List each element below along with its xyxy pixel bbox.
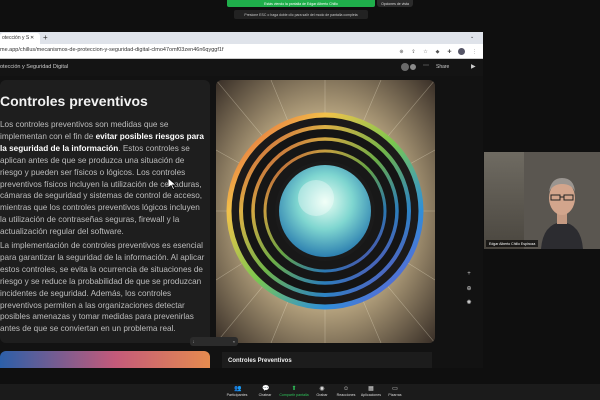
slide-title: Controles preventivos <box>0 93 148 109</box>
share-button[interactable]: Share <box>436 64 449 70</box>
mouse-cursor <box>168 178 178 190</box>
chat-button[interactable]: 💬 Chatear <box>250 386 280 397</box>
chat-icon: 💬 <box>262 386 270 392</box>
text-card: Controles preventivos Los controles prev… <box>0 80 210 343</box>
grip-icon[interactable]: ⁞ <box>193 339 194 344</box>
whiteboard-button[interactable]: ▭ Pizarras <box>380 386 410 397</box>
screen-share-banner: Estás viendo la pantalla de Edgar Albert… <box>227 0 375 7</box>
app-header: otección y Seguridad Digital ⋯ Share ▶ <box>0 59 483 76</box>
avatar[interactable] <box>409 63 417 71</box>
mini-toolbar[interactable]: ⁞ « <box>190 337 238 346</box>
chat-label: Chatear <box>258 393 272 397</box>
add-circle-icon[interactable]: ⊕ <box>465 285 473 293</box>
share-screen-label: Compartir pantalla <box>279 393 309 397</box>
puzzle-icon[interactable]: ✚ <box>446 48 453 55</box>
share-screen-button[interactable]: ⬆ Compartir pantalla <box>279 386 309 397</box>
paragraph-2: La implementación de controles preventiv… <box>0 241 205 334</box>
participant-person <box>541 178 583 249</box>
meeting-toolbar: 👥 Participantes 💬 Chatear ⬆ Compartir panta… <box>0 384 600 400</box>
record-icon: ◉ <box>319 386 325 392</box>
chevron-down-icon[interactable]: ⌄ <box>470 34 474 40</box>
share-screen-icon: ⬆ <box>291 386 297 392</box>
new-tab-icon[interactable]: + <box>43 33 48 42</box>
whiteboard-label: Pizarras <box>388 393 402 397</box>
star-icon[interactable]: ☆ <box>422 48 429 55</box>
participant-video[interactable]: Edgar Alberto Chillo Espinoza <box>484 152 600 249</box>
close-tab-icon[interactable]: ✕ <box>30 35 34 41</box>
shared-browser-window: otección y S ✕ + ⌄ me.app/chillus/mecani… <box>0 32 483 368</box>
background-shelf <box>484 152 524 249</box>
url-text[interactable]: me.app/chillus/mecanismos-de-proteccion-… <box>0 47 400 53</box>
share-icon[interactable]: ⇪ <box>410 48 417 55</box>
menu-icon[interactable]: ⋮ <box>471 48 478 55</box>
avatar[interactable] <box>401 63 409 71</box>
play-icon[interactable]: ▶ <box>471 63 476 70</box>
view-options-button[interactable]: Opciones de vista <box>377 0 413 7</box>
more-options-icon[interactable]: ⋯ <box>423 62 429 69</box>
whiteboard-icon: ▭ <box>392 386 398 392</box>
ai-sparkle-icon[interactable]: ✺ <box>465 299 473 307</box>
reactions-label: Reacciones <box>336 393 356 397</box>
people-icon: 👥 <box>234 386 242 392</box>
participants-button[interactable]: 👥 Participantes <box>222 386 252 397</box>
zoom-icon[interactable]: ⊕ <box>398 48 405 55</box>
rainbow-circle-artwork <box>216 80 435 343</box>
address-bar[interactable]: me.app/chillus/mecanismos-de-proteccion-… <box>0 44 483 59</box>
record-label: Grabar <box>316 393 328 397</box>
slide-area: Controles preventivos Los controles prev… <box>0 76 483 368</box>
plus-icon[interactable]: + <box>465 271 473 279</box>
participant-name-tag: Edgar Alberto Chillo Espinoza <box>486 240 539 247</box>
extension-icon[interactable]: ◆ <box>434 48 441 55</box>
participants-label: Participantes <box>226 393 248 397</box>
fullscreen-hint: Presione ESC o haga doble clic para sali… <box>234 10 368 19</box>
apps-icon: ▦ <box>368 386 374 392</box>
tab-strip: otección y S ✕ + ⌄ <box>0 32 483 44</box>
right-toolbar: + ⊕ ✺ <box>465 271 477 316</box>
profile-avatar[interactable] <box>458 48 465 55</box>
smile-icon: ☺ <box>343 386 350 392</box>
tab-title: otección y S <box>2 35 30 41</box>
next-slide-image-preview <box>0 351 210 368</box>
presentation-title: otección y Seguridad Digital <box>0 64 69 70</box>
apps-label: Aplicaciones <box>360 393 382 397</box>
illustration-image <box>216 80 435 343</box>
collapse-icon[interactable]: « <box>233 339 235 344</box>
next-slide-title: Controles Preventivos <box>228 358 292 364</box>
